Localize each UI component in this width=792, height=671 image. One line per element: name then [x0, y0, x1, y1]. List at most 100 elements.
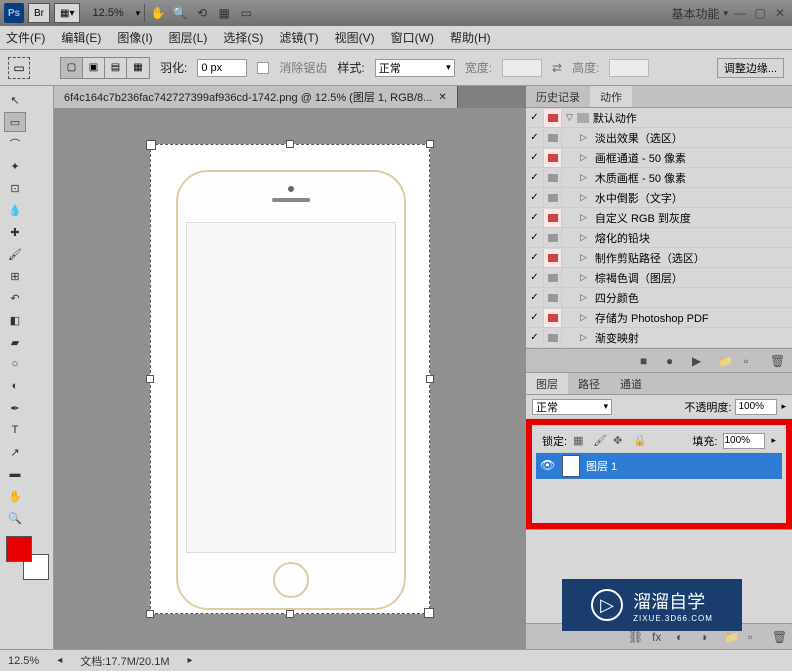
action-item[interactable]: ✓▷制作剪贴路径（选区）: [526, 248, 792, 268]
layer-thumbnail[interactable]: [562, 455, 580, 477]
action-item[interactable]: ✓▷木质画框 - 50 像素: [526, 168, 792, 188]
action-item[interactable]: ✓▷棕褐色调（图层）: [526, 268, 792, 288]
minimize-icon[interactable]: —: [732, 6, 748, 20]
status-arrow-right-icon[interactable]: ▸: [188, 655, 193, 666]
shape-tool[interactable]: ▬: [4, 464, 26, 484]
menu-view[interactable]: 视图(V): [335, 29, 375, 46]
action-item[interactable]: ✓▷四分颜色: [526, 288, 792, 308]
play-icon[interactable]: ▶: [692, 354, 706, 368]
hand-icon[interactable]: ✋: [149, 4, 167, 22]
sel-add-icon[interactable]: ▣: [83, 58, 105, 78]
history-brush-tool[interactable]: ↶: [4, 288, 26, 308]
wand-tool[interactable]: ✦: [4, 156, 26, 176]
opacity-arrow-icon[interactable]: ▸: [781, 401, 786, 412]
close-tab-icon[interactable]: ✕: [438, 92, 446, 103]
action-item[interactable]: ✓▷水中倒影（文字）: [526, 188, 792, 208]
fill-input[interactable]: [723, 433, 765, 449]
paths-tab[interactable]: 路径: [568, 373, 610, 394]
selection-mode-group[interactable]: ▢ ▣ ▤ ▦: [60, 57, 150, 79]
arrange-icon[interactable]: ▦: [215, 4, 233, 22]
action-item[interactable]: ✓▷淡出效果（选区）: [526, 128, 792, 148]
menu-window[interactable]: 窗口(W): [391, 29, 434, 46]
adjustment-icon[interactable]: ◑: [700, 630, 714, 644]
healing-tool[interactable]: ✚: [4, 222, 26, 242]
new-action-icon[interactable]: ▫: [744, 354, 758, 368]
br-button[interactable]: Br: [28, 3, 50, 23]
color-swatch[interactable]: [6, 536, 49, 580]
canvas[interactable]: [54, 108, 526, 649]
lock-px-icon[interactable]: ▦: [573, 434, 587, 448]
actions-tab[interactable]: 动作: [590, 86, 632, 107]
mb-button[interactable]: ▦▾: [54, 3, 80, 23]
path-tool[interactable]: ↗: [4, 442, 26, 462]
blur-tool[interactable]: ○: [4, 354, 26, 374]
new-folder-icon[interactable]: 📁: [718, 354, 732, 368]
zoom-tool[interactable]: 🔍: [4, 508, 26, 528]
sel-new-icon[interactable]: ▢: [61, 58, 83, 78]
crop-tool[interactable]: ⊡: [4, 178, 26, 198]
blend-mode-select[interactable]: 正常: [532, 399, 612, 415]
zoom-display[interactable]: 12.5%: [84, 7, 131, 19]
lock-brush-icon[interactable]: 🖌: [593, 434, 607, 448]
menu-help[interactable]: 帮助(H): [450, 29, 491, 46]
close-icon[interactable]: ✕: [772, 6, 788, 20]
status-docinfo[interactable]: 文档:17.7M/20.1M: [80, 653, 169, 669]
mask-icon[interactable]: ◐: [676, 630, 690, 644]
marquee-tool-icon[interactable]: ▭: [8, 57, 30, 79]
style-select[interactable]: 正常: [375, 59, 455, 77]
zoom-dropdown-icon[interactable]: ▾: [136, 8, 141, 19]
group-icon[interactable]: 📁: [724, 630, 738, 644]
opacity-input[interactable]: [735, 399, 777, 415]
menu-image[interactable]: 图像(I): [117, 29, 152, 46]
move-tool[interactable]: ↖: [4, 90, 26, 110]
menu-file[interactable]: 文件(F): [6, 29, 45, 46]
trash-icon[interactable]: 🗑: [770, 354, 784, 368]
hand-tool[interactable]: ✋: [4, 486, 26, 506]
sel-sub-icon[interactable]: ▤: [105, 58, 127, 78]
lock-move-icon[interactable]: ✥: [613, 434, 627, 448]
rotate-icon[interactable]: ⟲: [193, 4, 211, 22]
status-zoom[interactable]: 12.5%: [8, 655, 39, 667]
gradient-tool[interactable]: ▰: [4, 332, 26, 352]
menu-layer[interactable]: 图层(L): [169, 29, 208, 46]
history-tab[interactable]: 历史记录: [526, 86, 590, 107]
document-tab[interactable]: 6f4c164c7b236fac742727399af936cd-1742.pn…: [54, 86, 458, 108]
layers-tab[interactable]: 图层: [526, 373, 568, 394]
layer-row[interactable]: 👁 图层 1: [536, 453, 782, 479]
brush-tool[interactable]: 🖌: [4, 244, 26, 264]
workspace-label[interactable]: 基本功能: [671, 5, 719, 22]
status-arrow-left-icon[interactable]: ◂: [57, 655, 62, 666]
lock-all-icon[interactable]: 🔒: [633, 434, 647, 448]
maximize-icon[interactable]: ▢: [752, 6, 768, 20]
layer-name[interactable]: 图层 1: [586, 458, 617, 474]
action-item[interactable]: ✓▷画框通道 - 50 像素: [526, 148, 792, 168]
channels-tab[interactable]: 通道: [610, 373, 652, 394]
marquee-tool[interactable]: ▭: [4, 112, 26, 132]
antialias-checkbox[interactable]: [257, 62, 269, 74]
link-icon[interactable]: ⛓: [628, 630, 642, 644]
fill-arrow-icon[interactable]: ▸: [771, 435, 776, 446]
visibility-icon[interactable]: 👁: [540, 458, 556, 474]
eraser-tool[interactable]: ◧: [4, 310, 26, 330]
action-item[interactable]: ✓▷自定义 RGB 到灰度: [526, 208, 792, 228]
type-tool[interactable]: T: [4, 420, 26, 440]
action-folder[interactable]: ✓ ▽ 默认动作: [526, 108, 792, 128]
eyedropper-tool[interactable]: 💧: [4, 200, 26, 220]
screen-icon[interactable]: ▭: [237, 4, 255, 22]
refine-edge-button[interactable]: 调整边缘...: [717, 58, 784, 78]
lasso-tool[interactable]: ⌒: [4, 134, 26, 154]
record-icon[interactable]: ●: [666, 354, 680, 368]
action-item[interactable]: ✓▷熔化的铅块: [526, 228, 792, 248]
menu-edit[interactable]: 编辑(E): [61, 29, 101, 46]
menu-select[interactable]: 选择(S): [223, 29, 263, 46]
fx-icon[interactable]: fx: [652, 630, 666, 644]
pen-tool[interactable]: ✒: [4, 398, 26, 418]
zoom-icon[interactable]: 🔍: [171, 4, 189, 22]
feather-input[interactable]: [197, 59, 247, 77]
new-layer-icon[interactable]: ▫: [748, 630, 762, 644]
workspace-dropdown-icon[interactable]: ▾: [723, 8, 728, 19]
menu-filter[interactable]: 滤镜(T): [279, 29, 318, 46]
delete-icon[interactable]: 🗑: [772, 630, 786, 644]
action-item[interactable]: ✓▷存储为 Photoshop PDF: [526, 308, 792, 328]
stamp-tool[interactable]: ⊞: [4, 266, 26, 286]
